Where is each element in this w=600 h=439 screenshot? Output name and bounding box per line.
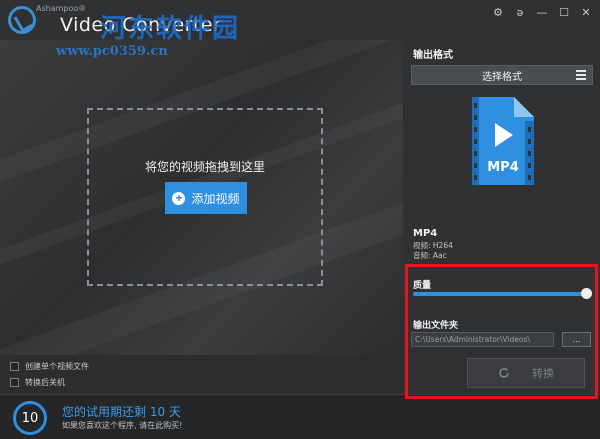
mp4-file-icon: MP4 (472, 97, 534, 185)
format-name: MP4 (413, 228, 438, 239)
maximize-icon[interactable]: ☐ (558, 6, 570, 19)
audio-codec: 音频: Aac (413, 251, 447, 260)
single-file-option[interactable]: 创建单个视频文件 (10, 361, 89, 372)
file-icon-label: MP4 (487, 160, 519, 175)
single-file-label: 创建单个视频文件 (25, 362, 89, 371)
output-folder-input[interactable] (411, 332, 554, 347)
close-icon[interactable]: ✕ (580, 6, 592, 19)
plus-icon: + (172, 191, 186, 205)
quality-slider-handle[interactable] (581, 288, 592, 299)
app-logo-icon (8, 6, 36, 34)
hamburger-menu-icon (576, 70, 586, 80)
add-video-button[interactable]: + 添加视频 (165, 182, 247, 214)
output-settings-panel: 输出格式 选择格式 MP4 MP4 视频: H264 音频: Aac 质量 输出… (403, 40, 600, 394)
title-bar: Ashampoo® Video Converter 河东软件园 ⚙ ə — ☐ … (0, 0, 600, 44)
drop-zone[interactable]: 将您的视频拖拽到这里 + 添加视频 (87, 108, 323, 286)
output-folder-heading: 输出文件夹 (413, 321, 459, 331)
quality-slider[interactable] (413, 292, 587, 296)
watermark-url: www.pc0359.cn (56, 44, 168, 59)
trial-days-badge: 10 (13, 401, 47, 435)
add-video-label: 添加视频 (191, 191, 240, 206)
output-format-heading: 输出格式 (413, 50, 453, 61)
help-icon[interactable]: ə (514, 6, 526, 19)
buy-link[interactable]: 如果您喜欢这个程序, 请在此购买! (62, 420, 182, 431)
video-drop-area[interactable]: 将您的视频拖拽到这里 + 添加视频 (0, 40, 403, 355)
select-format-label: 选择格式 (482, 71, 522, 83)
shutdown-checkbox[interactable] (10, 378, 19, 387)
shutdown-label: 转换后关机 (25, 378, 65, 387)
window-controls: ⚙ ə — ☐ ✕ (492, 6, 592, 19)
trial-message: 您的试用期还剩 10 天 (62, 405, 181, 419)
convert-label: 转换 (532, 367, 554, 380)
settings-icon[interactable]: ⚙ (492, 6, 504, 19)
quality-heading: 质量 (413, 281, 432, 291)
conversion-options: 创建单个视频文件 转换后关机 (0, 355, 403, 395)
drop-hint-text: 将您的视频拖拽到这里 (144, 160, 265, 174)
trial-bar: 10 您的试用期还剩 10 天 如果您喜欢这个程序, 请在此购买! (0, 394, 600, 439)
select-format-button[interactable]: 选择格式 (411, 65, 593, 85)
shutdown-option[interactable]: 转换后关机 (10, 377, 65, 388)
brand-name: Ashampoo® (36, 4, 87, 13)
minimize-icon[interactable]: — (536, 6, 548, 19)
convert-button[interactable]: 转换 (467, 358, 585, 388)
browse-button[interactable]: ... (562, 332, 591, 347)
single-file-checkbox[interactable] (10, 362, 19, 371)
refresh-icon (499, 367, 509, 378)
